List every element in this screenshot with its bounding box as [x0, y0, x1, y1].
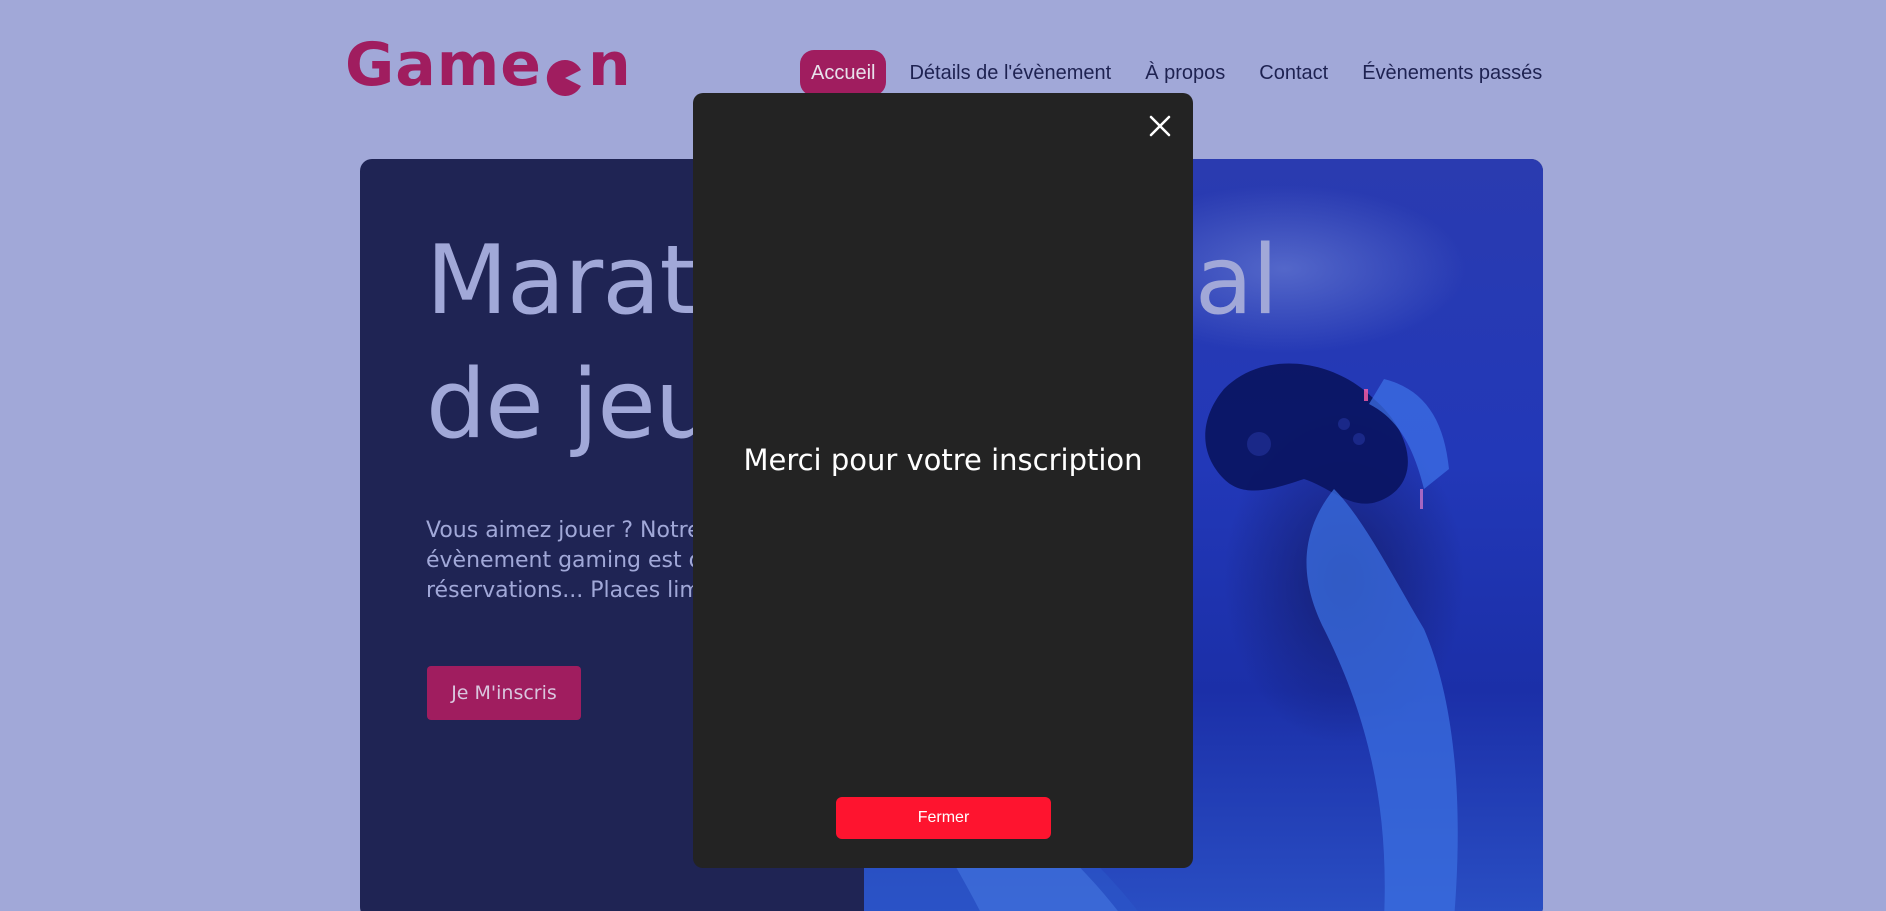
confirmation-modal: Merci pour votre inscription Fermer — [693, 93, 1193, 868]
logo[interactable]: Game n — [345, 30, 632, 100]
main-nav: Accueil Détails de l'évènement À propos … — [800, 50, 1565, 96]
signup-button[interactable]: Je M'inscris — [427, 666, 581, 720]
pacman-o-icon — [545, 48, 585, 96]
page: Game n Accueil Détails de l'évènement À … — [0, 0, 1886, 911]
fermer-button[interactable]: Fermer — [836, 797, 1051, 839]
nav-item-a-propos[interactable]: À propos — [1134, 50, 1236, 96]
nav-item-evenements-passes[interactable]: Évènements passés — [1351, 50, 1553, 96]
confirmation-message: Merci pour votre inscription — [743, 443, 1143, 477]
nav-item-details[interactable]: Détails de l'évènement — [898, 50, 1122, 96]
nav-item-contact[interactable]: Contact — [1248, 50, 1339, 96]
close-icon[interactable] — [1145, 111, 1175, 141]
logo-text-part2: n — [587, 30, 632, 100]
nav-item-accueil[interactable]: Accueil — [800, 50, 887, 96]
logo-text-part1: Game — [345, 30, 542, 100]
